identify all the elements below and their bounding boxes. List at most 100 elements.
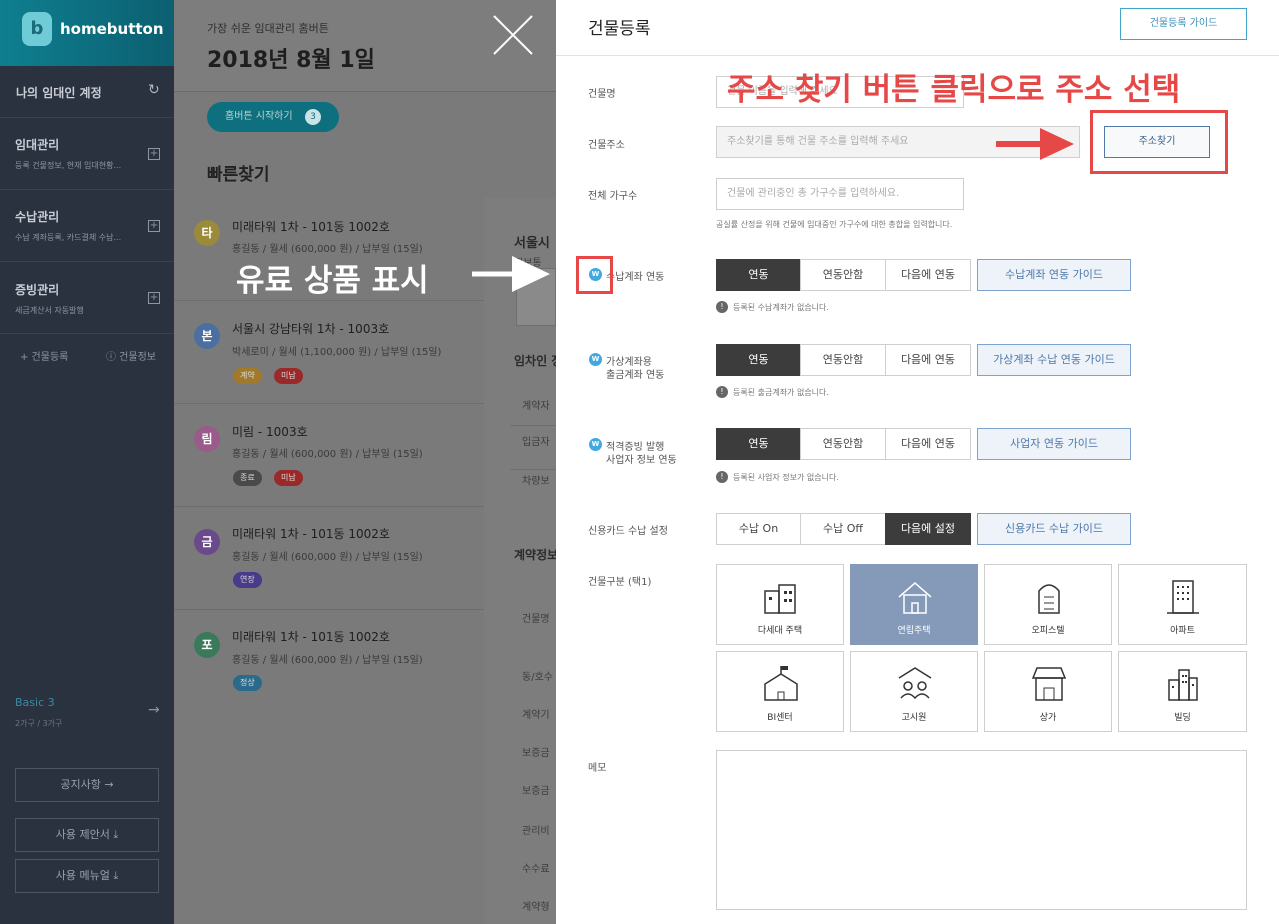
type-row-house[interactable]: 연립주택 [850, 564, 978, 645]
type-gosiwon[interactable]: 고시원 [850, 651, 978, 732]
officetel-icon [1038, 584, 1060, 614]
building-name-label: 건물명 [588, 89, 616, 100]
proposal-download-button[interactable]: 사용 제안서 ⤓ [15, 818, 159, 852]
annotation-paid-text: 유료 상품 표시 [236, 263, 429, 299]
register-guide-button[interactable]: 건물등록 가이드 [1120, 8, 1247, 40]
type-officetel[interactable]: 오피스텔 [984, 564, 1112, 645]
type-store[interactable]: 상가 [984, 651, 1112, 732]
virtual-link-off[interactable]: 연동안함 [800, 344, 886, 376]
logo-text: homebutton [60, 20, 164, 38]
building-icon [1168, 669, 1198, 701]
list-item-sub: 박세로미 / 월세 (1,100,000 원) / 납부일 (15일) [232, 347, 442, 358]
peek-row-label: 입금자 [522, 437, 550, 448]
account-link-on[interactable]: 연동 [716, 259, 801, 291]
refresh-icon[interactable]: ↻ [148, 82, 160, 98]
avatar: 포 [194, 632, 220, 658]
sidebar-item-evidence-desc: 세금계산서 자동발행 [15, 306, 84, 315]
card-setting-label: 신용카드 수납 설정 [588, 526, 668, 537]
card-on[interactable]: 수납 On [716, 513, 801, 545]
annotation-address-box [1090, 110, 1228, 174]
info-icon: ! [716, 386, 728, 398]
avatar: 금 [194, 529, 220, 555]
card-later[interactable]: 다음에 설정 [885, 513, 971, 545]
account-link-label: 수납계좌 연동 [606, 272, 665, 283]
dashboard-date: 2018년 8월 1일 [207, 48, 375, 73]
virtual-link-guide-button[interactable]: 가상계좌 수납 연동 가이드 [977, 344, 1131, 376]
peek-contract-title: 계약정보 [514, 548, 559, 562]
close-icon[interactable] [490, 12, 536, 58]
account-link-note: 등록된 수납계좌가 없습니다. [733, 303, 829, 312]
peek-row-label: 차량보 [522, 476, 550, 487]
sidebar-item-evidence-title: 증빙관리 [15, 283, 60, 297]
peek-row-label: 관리비 [522, 826, 550, 837]
status-badge: 종료 [233, 470, 262, 486]
avatar: 타 [194, 220, 220, 246]
list-item-sub: 홍길동 / 월세 (600,000 원) / 납부일 (15일) [232, 449, 423, 460]
list-item-sub: 홍길동 / 월세 (600,000 원) / 납부일 (15일) [232, 552, 423, 563]
type-building[interactable]: 빌딩 [1118, 651, 1247, 732]
list-item-title: 미래타워 1차 - 101동 1002호 [232, 220, 390, 234]
start-badge: 3 [305, 109, 321, 125]
quick-find-title: 빠른찾기 [207, 165, 270, 185]
info-icon: ! [716, 301, 728, 313]
peek-row-label: 계약형 [522, 902, 550, 913]
account-label: 나의 임대인 계정 [16, 86, 102, 100]
card-guide-button[interactable]: 신용카드 수납 가이드 [977, 513, 1131, 545]
plan-usage: 2가구 / 3가구 [15, 719, 63, 728]
paid-product-icon: W [589, 438, 602, 451]
list-item-sub: 홍길동 / 월세 (600,000 원) / 납부일 (15일) [232, 655, 423, 666]
add-building-button[interactable]: + 건물등록 [20, 348, 68, 363]
plan-name: Basic 3 [15, 696, 55, 709]
house-icon [898, 582, 932, 614]
tile-label: BI센터 [767, 713, 793, 723]
tile-label: 빌딩 [1174, 713, 1191, 723]
biz-link-later[interactable]: 다음에 연동 [885, 428, 971, 460]
plus-icon[interactable]: + [148, 292, 160, 304]
account-link-later[interactable]: 다음에 연동 [885, 259, 971, 291]
status-badge: 미납 [274, 470, 303, 486]
type-multi-household[interactable]: 다세대 주택 [716, 564, 844, 645]
list-item-title: 미래타워 1차 - 101동 1002호 [232, 630, 390, 644]
building-address-label: 건물주소 [588, 140, 625, 151]
account-link-off[interactable]: 연동안함 [800, 259, 886, 291]
annotation-paid-box [576, 256, 613, 294]
list-item-title: 서울시 강남타워 1차 - 1003호 [232, 322, 390, 336]
tile-label: 오피스텔 [1031, 626, 1065, 636]
dashboard-subtitle: 가장 쉬운 임대관리 홈버튼 [207, 22, 329, 35]
biz-link-off[interactable]: 연동안함 [800, 428, 886, 460]
units-input[interactable]: 건물에 관리중인 총 가구수를 입력하세요. [716, 178, 964, 210]
building-type-label: 건물구분 (택1) [588, 577, 652, 588]
peek-title: 서울시 [514, 236, 550, 251]
biz-link-on[interactable]: 연동 [716, 428, 801, 460]
account-link-guide-button[interactable]: 수납계좌 연동 가이드 [977, 259, 1131, 291]
tile-label: 다세대 주택 [757, 626, 803, 636]
annotation-address-text: 주소 찾기 버튼 클릭으로 주소 선택 [727, 72, 1181, 108]
bi-center-icon [764, 666, 798, 701]
card-off[interactable]: 수납 Off [800, 513, 886, 545]
status-badge: 계약 [233, 368, 262, 384]
type-apartment[interactable]: 아파트 [1118, 564, 1247, 645]
arrow-right-icon[interactable]: → [148, 702, 160, 718]
virtual-account-label-2: 출금계좌 연동 [606, 370, 665, 381]
sidebar-item-rental-desc: 등록 건물정보, 현재 임대현황... [15, 161, 122, 170]
manual-download-button[interactable]: 사용 메뉴얼 ⤓ [15, 859, 159, 893]
tile-label: 아파트 [1170, 626, 1195, 636]
memo-textarea[interactable] [716, 750, 1247, 910]
type-bi-center[interactable]: BI센터 [716, 651, 844, 732]
virtual-link-on[interactable]: 연동 [716, 344, 801, 376]
plus-icon[interactable]: + [148, 148, 160, 160]
biz-link-guide-button[interactable]: 사업자 연동 가이드 [977, 428, 1131, 460]
status-badge: 정상 [233, 675, 262, 691]
peek-row-label: 동/호수 [522, 672, 553, 683]
list-item-title: 미래타워 1차 - 101동 1002호 [232, 527, 390, 541]
virtual-link-later[interactable]: 다음에 연동 [885, 344, 971, 376]
memo-label: 메모 [588, 763, 607, 774]
virtual-link-note: 등록된 출금계좌가 없습니다. [733, 388, 829, 397]
notice-button[interactable]: 공지사항 → [15, 768, 159, 802]
info-icon: ! [716, 471, 728, 483]
units-label: 전체 가구수 [588, 191, 638, 202]
apartment-icon [1167, 580, 1199, 614]
plus-icon[interactable]: + [148, 220, 160, 232]
annotation-white-arrow-icon [472, 256, 550, 292]
building-info-button[interactable]: ⓘ 건물정보 [106, 348, 156, 363]
